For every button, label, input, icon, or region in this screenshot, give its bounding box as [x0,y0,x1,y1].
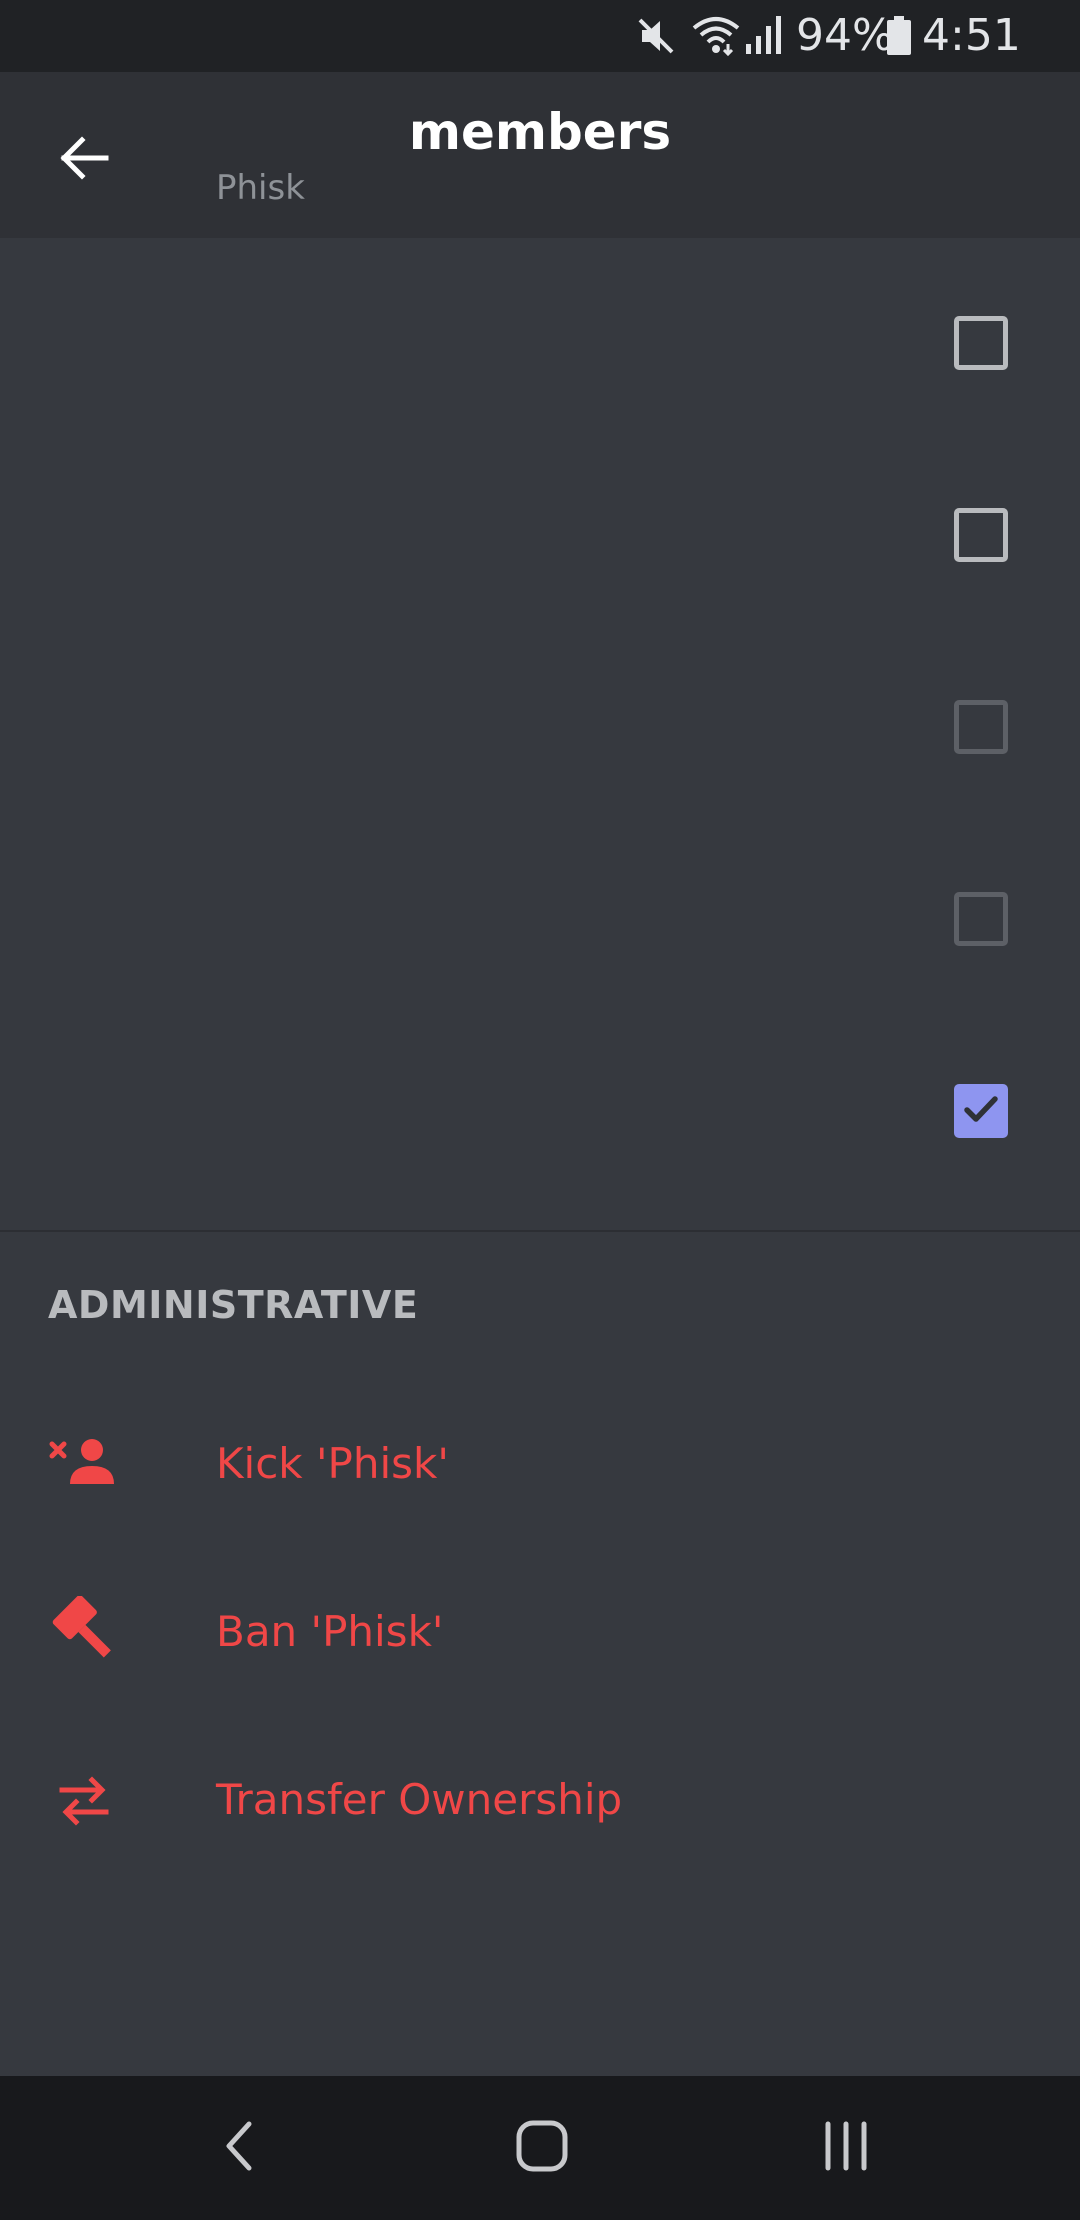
status-bar: 94% 4:51 [0,0,1080,72]
system-nav-bar [0,2076,1080,2220]
permission-row [0,622,1080,814]
nav-home-button[interactable] [502,2108,582,2188]
signal-icon [744,14,784,62]
app-header: members Phisk [0,72,1080,238]
permission-checkbox-disabled [954,892,1008,946]
screen: 94% 4:51 members Phisk ADMINISTRATIVE Ki… [0,0,1080,2220]
section-divider [0,1230,1080,1232]
nav-recents-button[interactable] [806,2108,886,2188]
mute-icon [636,14,678,62]
clock: 4:51 [922,10,1021,61]
nav-back-button[interactable] [200,2108,280,2188]
nav-home-icon [514,2118,570,2178]
ban-member-button[interactable]: Ban 'Phisk' [0,1562,1080,1702]
page-subtitle: Phisk [216,168,305,208]
transfer-icon [48,1764,120,1836]
permission-row[interactable] [0,1006,1080,1198]
ban-hammer-icon [48,1596,120,1668]
battery-icon [886,16,912,60]
transfer-ownership-button[interactable]: Transfer Ownership [0,1730,1080,1870]
permission-row [0,814,1080,1006]
section-heading-administrative: ADMINISTRATIVE [48,1283,419,1327]
transfer-ownership-label: Transfer Ownership [216,1775,623,1824]
permission-list [0,238,1080,1230]
permission-checkbox-checked[interactable] [954,1084,1008,1138]
kick-user-icon [48,1428,120,1500]
permission-checkbox[interactable] [954,508,1008,562]
nav-back-icon [215,2116,265,2180]
check-icon [961,1089,1001,1133]
wifi-icon [690,14,742,62]
ban-member-label: Ban 'Phisk' [216,1607,444,1656]
permission-checkbox-disabled [954,700,1008,754]
kick-member-label: Kick 'Phisk' [216,1439,449,1488]
permission-checkbox[interactable] [954,316,1008,370]
page-title: members [408,103,672,161]
battery-percent: 94% [796,10,894,61]
kick-member-button[interactable]: Kick 'Phisk' [0,1394,1080,1534]
nav-recents-icon [818,2118,874,2178]
permission-row[interactable] [0,430,1080,622]
permission-row[interactable] [0,238,1080,430]
